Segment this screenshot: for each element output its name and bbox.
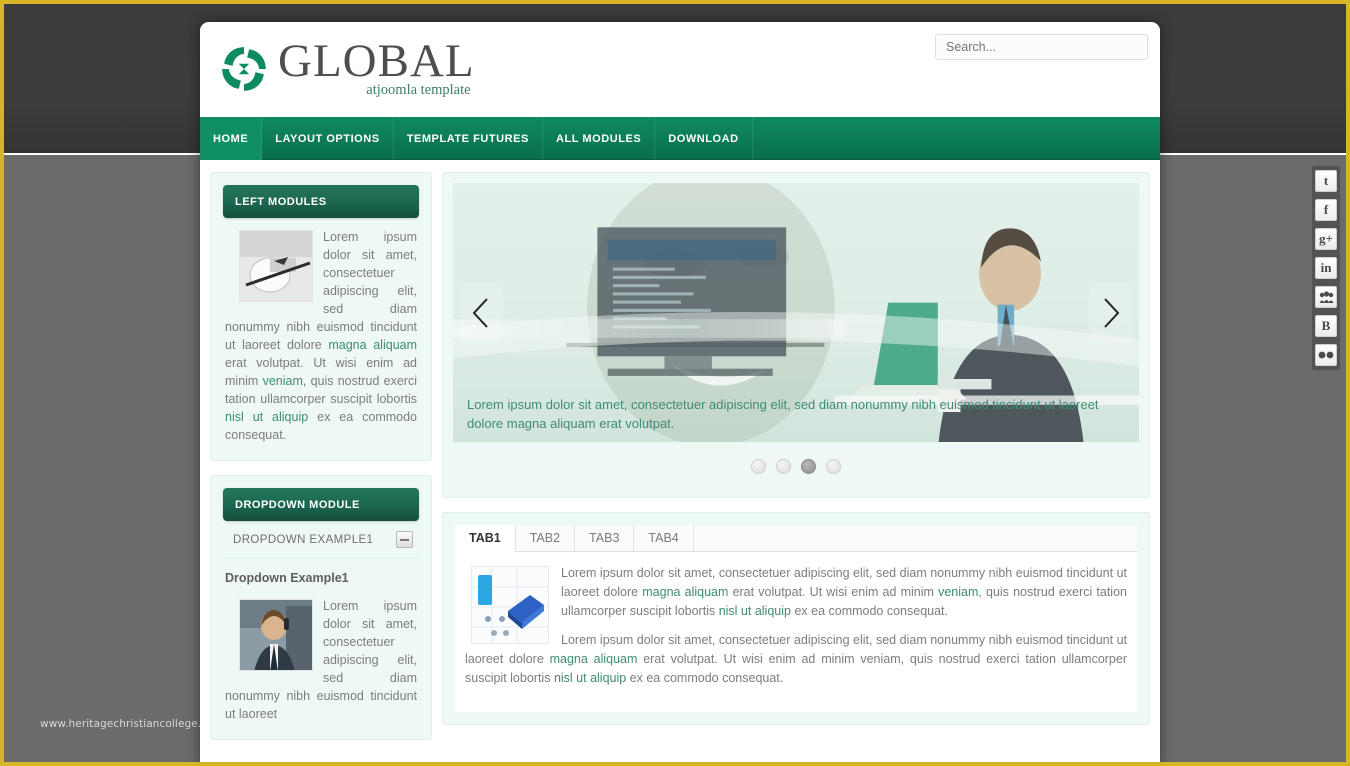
spiral-logo-icon	[218, 43, 270, 95]
minus-box-icon[interactable]	[396, 531, 413, 548]
slider-dot-2[interactable]	[776, 459, 791, 474]
tab-3[interactable]: TAB3	[575, 525, 635, 551]
nav-item-layout-options[interactable]: LAYOUT OPTIONS	[262, 117, 394, 160]
image-slider[interactable]: Lorem ipsum dolor sit amet, consectetuer…	[453, 183, 1139, 442]
tab-p1-link-3[interactable]: nisl ut aliquip	[719, 604, 791, 618]
watermark-text: www.heritagechristiancollege.com	[40, 718, 210, 730]
chevron-right-icon[interactable]	[1089, 282, 1133, 343]
main-navigation: HOME LAYOUT OPTIONS TEMPLATE FUTURES ALL…	[200, 117, 1160, 160]
screenshot-root: www.heritagechristiancollege.com GLOBAL …	[0, 0, 1350, 766]
nav-item-all-modules[interactable]: ALL MODULES	[543, 117, 656, 160]
search-input[interactable]	[935, 34, 1148, 60]
blogger-icon[interactable]: B	[1315, 315, 1337, 337]
businessman-phone-photo	[239, 599, 313, 671]
left-modules-title: LEFT MODULES	[235, 195, 327, 208]
tab-p1-b: erat volutpat. Ut wisi enim ad minim	[728, 585, 939, 599]
blue-device-illustration	[471, 566, 549, 644]
left-modules-header: LEFT MODULES	[223, 185, 419, 218]
logo-block[interactable]: GLOBAL atjoomla template	[218, 36, 475, 99]
social-rail: t f g+ in B	[1312, 166, 1340, 370]
slider-dot-4[interactable]	[826, 459, 841, 474]
dropdown-row-label: DROPDOWN EXAMPLE1	[233, 533, 374, 546]
tab-content: Lorem ipsum dolor sit amet, consectetuer…	[455, 552, 1137, 712]
dropdown-sub-title: Dropdown Example1	[225, 571, 349, 585]
tabs-panel: TAB1 TAB2 TAB3 TAB4 Lorem ipsum dolor si…	[442, 512, 1150, 725]
tumblr-icon[interactable]: t	[1315, 170, 1337, 192]
tab-2[interactable]: TAB2	[515, 525, 576, 551]
left-column: LEFT MODULES Lorem ipsum dolor sit amet,…	[210, 172, 432, 754]
website-container: GLOBAL atjoomla template HOME LAYOUT OPT…	[200, 22, 1160, 762]
flickr-icon[interactable]	[1315, 344, 1337, 366]
nav-item-home[interactable]: HOME	[200, 117, 263, 160]
page-body: LEFT MODULES Lorem ipsum dolor sit amet,…	[200, 160, 1160, 754]
tab-p1-d: ex ea commodo consequat.	[790, 604, 949, 618]
left-modules-panel: LEFT MODULES Lorem ipsum dolor sit amet,…	[210, 172, 432, 461]
dropdown-module-title: DROPDOWN MODULE	[235, 498, 360, 511]
tabs-strip: TAB1 TAB2 TAB3 TAB4	[455, 525, 1137, 552]
right-column: Lorem ipsum dolor sit amet, consectetuer…	[442, 172, 1150, 754]
linkedin-icon[interactable]: in	[1315, 257, 1337, 279]
tab-p1-link-1[interactable]: magna aliquam	[642, 585, 728, 599]
left-modules-body: Lorem ipsum dolor sit amet, consectetuer…	[223, 218, 419, 448]
chevron-left-icon[interactable]	[459, 282, 503, 343]
left-modules-link-1[interactable]: magna aliquam	[328, 338, 417, 352]
brand-name: GLOBAL	[278, 35, 475, 87]
tab-1[interactable]: TAB1	[455, 525, 516, 552]
slider-dot-1[interactable]	[751, 459, 766, 474]
tab-p2-link-2[interactable]: nisl ut aliquip	[554, 671, 626, 685]
dropdown-module-body: Lorem ipsum dolor sit amet, consectetuer…	[223, 587, 419, 727]
dropdown-row[interactable]: DROPDOWN EXAMPLE1	[223, 521, 419, 559]
tab-paragraph-2: Lorem ipsum dolor sit amet, consectetuer…	[465, 631, 1127, 688]
tab-4[interactable]: TAB4	[634, 525, 694, 551]
facebook-icon[interactable]: f	[1315, 199, 1337, 221]
dropdown-module-header: DROPDOWN MODULE	[223, 488, 419, 521]
left-modules-link-3[interactable]: nisl ut aliquip	[225, 410, 308, 424]
search-box	[935, 34, 1148, 60]
slider-pagination	[453, 442, 1139, 487]
google-plus-icon[interactable]: g+	[1315, 228, 1337, 250]
logo-text: GLOBAL atjoomla template	[278, 36, 475, 99]
tab-paragraph-1: Lorem ipsum dolor sit amet, consectetuer…	[465, 564, 1127, 621]
site-header: GLOBAL atjoomla template	[200, 22, 1160, 117]
printer-photo	[239, 230, 313, 302]
left-modules-link-2[interactable]: veniam	[263, 374, 303, 388]
myspace-icon[interactable]	[1315, 286, 1337, 308]
slider-caption: Lorem ipsum dolor sit amet, consectetuer…	[467, 397, 1099, 431]
tab-p2-link-1[interactable]: magna aliquam	[550, 652, 638, 666]
slider-dot-3[interactable]	[801, 459, 816, 474]
nav-item-template-futures[interactable]: TEMPLATE FUTURES	[394, 117, 543, 160]
nav-item-download[interactable]: DOWNLOAD	[655, 117, 753, 160]
tab-p1-link-2[interactable]: veniam	[938, 585, 978, 599]
dropdown-module-panel: DROPDOWN MODULE DROPDOWN EXAMPLE1 Dropdo…	[210, 475, 432, 740]
tab-p2-c: ex ea commodo consequat.	[626, 671, 784, 685]
slider-panel: Lorem ipsum dolor sit amet, consectetuer…	[442, 172, 1150, 498]
